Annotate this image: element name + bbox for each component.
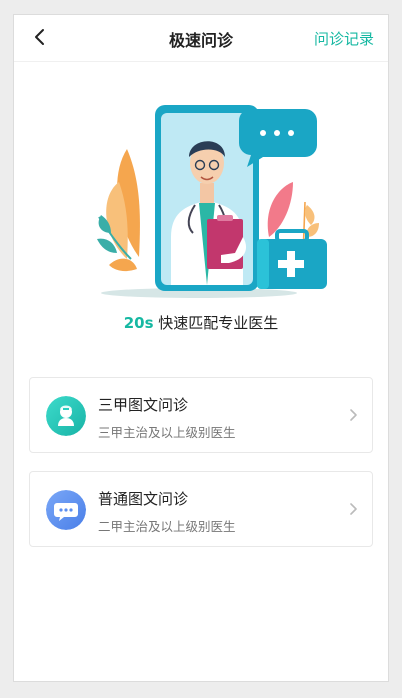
- doctor-illustration: [97, 105, 327, 298]
- nav-header: 极速问诊 问诊记录: [14, 15, 388, 62]
- chevron-right-icon: [350, 503, 357, 515]
- option-title: 普通图文问诊: [98, 490, 189, 508]
- option-card-tier3[interactable]: 三甲图文问诊 三甲主治及以上级别医生: [29, 377, 373, 453]
- slogan-text: 快速匹配专业医生: [153, 314, 279, 332]
- chevron-right-icon: [350, 409, 357, 421]
- consultation-record-link[interactable]: 问诊记录: [314, 28, 374, 49]
- doctor-icon: [46, 396, 86, 436]
- match-time: 20s: [123, 314, 154, 332]
- option-card-general[interactable]: 普通图文问诊 二甲主治及以上级别医生: [29, 471, 373, 547]
- matching-slogan: 20s 快速匹配专业医生: [14, 312, 388, 333]
- option-title: 三甲图文问诊: [98, 396, 189, 414]
- option-description: 三甲主治及以上级别医生: [98, 425, 236, 440]
- app-screen: 极速问诊 问诊记录 20s 快速匹配专业医生 三甲图文问诊 三甲主治及以上级别医…: [13, 14, 389, 682]
- chat-bubble-icon: [46, 490, 86, 530]
- option-description: 二甲主治及以上级别医生: [98, 519, 236, 534]
